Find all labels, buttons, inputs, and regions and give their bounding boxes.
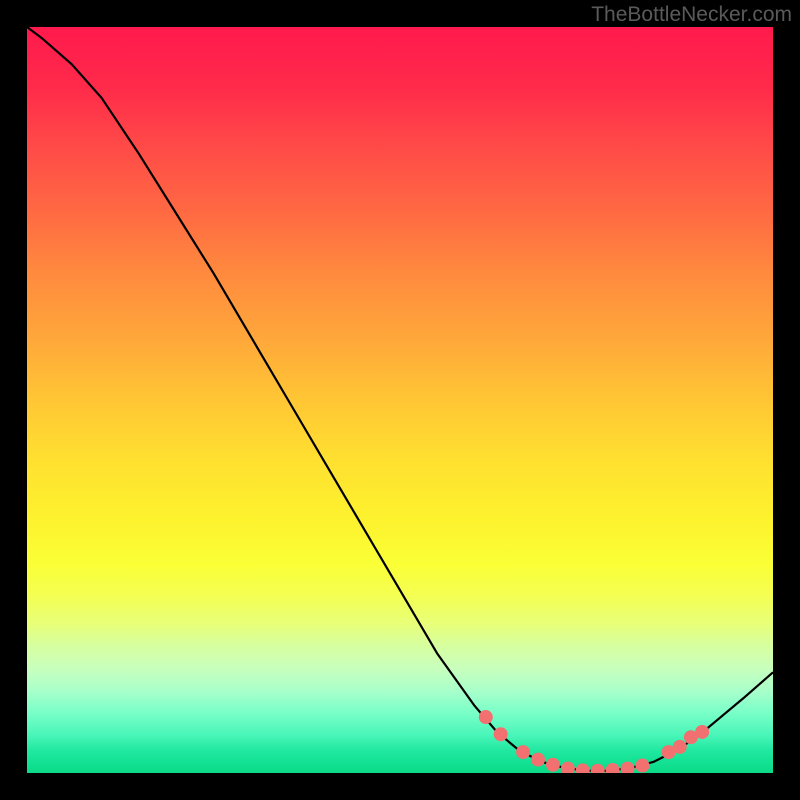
marker-point (621, 762, 635, 773)
marker-point (516, 745, 530, 759)
marker-point (479, 710, 493, 724)
marker-point (576, 763, 590, 773)
marker-points (479, 710, 709, 773)
marker-point (635, 759, 649, 773)
chart-svg (27, 27, 773, 773)
marker-point (561, 762, 575, 773)
watermark-text: TheBottleNecker.com (591, 3, 792, 27)
marker-point (546, 758, 560, 772)
marker-point (591, 764, 605, 773)
plot-area (27, 27, 773, 773)
marker-point (695, 725, 709, 739)
marker-point (531, 753, 545, 767)
marker-point (494, 727, 508, 741)
bottleneck-curve (27, 27, 773, 771)
marker-point (673, 740, 687, 754)
marker-point (606, 763, 620, 773)
